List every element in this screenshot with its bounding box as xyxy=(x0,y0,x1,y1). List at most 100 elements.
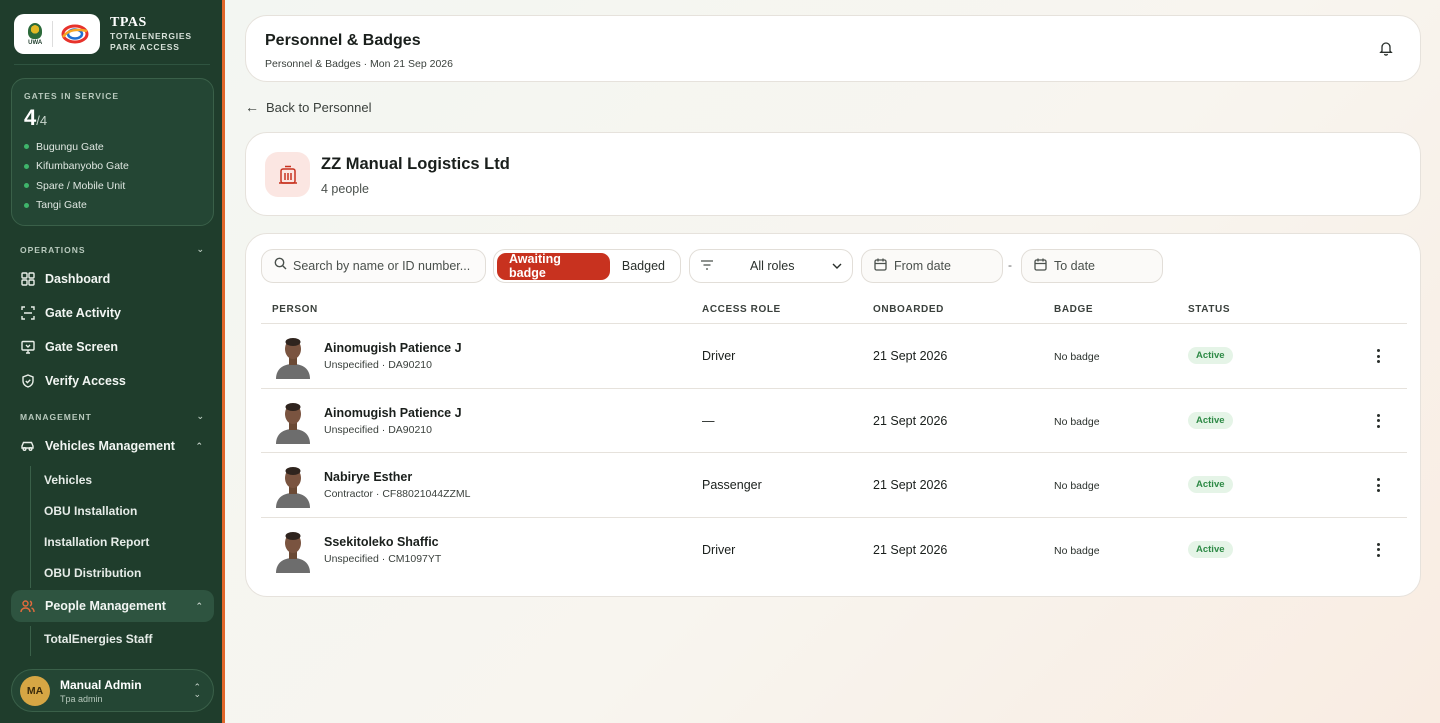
table-row[interactable]: Ssekitoleko Shaffic Unspecified · CM1097… xyxy=(261,516,1407,582)
column-header-status[interactable]: STATUS xyxy=(1188,304,1230,315)
user-role: Tpa admin xyxy=(60,693,103,704)
onboarded-date: 21 Sept 2026 xyxy=(873,542,948,557)
person-meta: Unspecified · CM1097YT xyxy=(324,552,442,565)
badged-tab[interactable]: Badged xyxy=(610,253,677,280)
section-operations[interactable]: OPERATIONS ⌄ xyxy=(20,244,205,255)
chevron-down-icon: ⌄ xyxy=(196,411,205,421)
sub-item-obu-distribution[interactable]: OBU Distribution xyxy=(44,566,141,580)
chevron-up-down-icon: ⌃ ⌄ xyxy=(193,681,201,699)
chevron-down-icon xyxy=(832,261,842,272)
brand-subtitle-1: TOTALENERGIES xyxy=(110,31,192,41)
status-badge: Active xyxy=(1188,347,1233,364)
avatar: MA xyxy=(20,675,50,706)
person-avatar xyxy=(273,527,313,573)
person-name: Nabirye Esther xyxy=(324,470,413,484)
nav-vehicles-management[interactable]: Vehicles Management ⌃ xyxy=(11,430,214,462)
company-card: ZZ Manual Logistics Ltd 4 people xyxy=(245,132,1421,216)
column-header-person[interactable]: PERSON xyxy=(272,304,318,315)
scan-icon xyxy=(20,306,35,321)
personnel-table-card: Awaiting badge Badged All roles From dat… xyxy=(245,233,1421,597)
person-meta: Unspecified · DA90210 xyxy=(324,359,432,371)
person-avatar xyxy=(273,398,313,444)
nav-verify-access[interactable]: Verify Access xyxy=(11,365,214,397)
sub-item-totalenergies-staff[interactable]: TotalEnergies Staff xyxy=(44,632,152,646)
sub-item-installation-report[interactable]: Installation Report xyxy=(44,535,149,549)
person-avatar xyxy=(273,333,313,379)
onboarded-date: 21 Sept 2026 xyxy=(873,478,948,492)
access-role: Driver xyxy=(702,349,736,363)
person-meta: Unspecified · DA90210 xyxy=(324,423,432,436)
onboarded-date: 21 Sept 2026 xyxy=(873,349,948,363)
status-badge: Active xyxy=(1188,411,1233,429)
gates-count: 4/4 xyxy=(24,105,48,130)
roles-select-value: All roles xyxy=(750,259,795,273)
status-badge: Active xyxy=(1188,476,1233,493)
status-badge: Active xyxy=(1188,540,1233,558)
from-date-field[interactable]: From date xyxy=(861,249,1003,283)
more-vertical-icon[interactable] xyxy=(1371,540,1385,560)
column-header-access-role[interactable]: ACCESS ROLE xyxy=(702,304,781,315)
chevron-up-icon: ⌃ xyxy=(195,440,203,451)
table-body: Ainomugish Patience J Unspecified · DA90… xyxy=(261,323,1407,581)
people-count: 4 people xyxy=(321,182,369,196)
access-role: Driver xyxy=(702,542,736,557)
status-dot-icon xyxy=(24,202,29,208)
back-to-personnel-link[interactable]: ← Back to Personnel xyxy=(245,99,372,115)
calendar-icon xyxy=(1034,258,1047,274)
building-icon xyxy=(265,152,310,197)
car-icon xyxy=(20,439,35,454)
date-range-separator: - xyxy=(1008,258,1012,272)
company-name: ZZ Manual Logistics Ltd xyxy=(321,155,510,173)
table-row[interactable]: Ainomugish Patience J Unspecified · DA90… xyxy=(261,323,1407,388)
totalenergies-logo xyxy=(58,23,92,45)
page-header: Personnel & Badges Personnel & Badges · … xyxy=(245,15,1421,82)
badge-value: No badge xyxy=(1054,415,1100,428)
more-vertical-icon[interactable] xyxy=(1371,411,1385,431)
gates-status-card: GATES IN SERVICE 4/4 Bugungu Gate Kifumb… xyxy=(11,78,214,226)
section-management[interactable]: MANAGEMENT ⌄ xyxy=(20,411,205,422)
gate-item: Bugungu Gate xyxy=(24,137,201,157)
roles-select[interactable]: All roles xyxy=(689,249,853,283)
gates-label: GATES IN SERVICE xyxy=(24,91,120,101)
user-name: Manual Admin xyxy=(60,677,142,692)
status-dot-icon xyxy=(24,163,29,169)
status-dot-icon xyxy=(24,183,29,189)
badge-value: No badge xyxy=(1054,351,1100,363)
arrow-left-icon: ← xyxy=(245,99,259,115)
brand-subtitle-2: PARK ACCESS xyxy=(110,42,180,52)
person-name: Ssekitoleko Shaffic xyxy=(324,534,439,549)
submenu-line xyxy=(30,626,31,656)
nav-people-management[interactable]: People Management ⌃ xyxy=(11,590,214,622)
calendar-icon xyxy=(874,258,887,274)
gate-item: Kifumbanyobo Gate xyxy=(24,157,201,177)
search-box[interactable] xyxy=(261,249,486,283)
more-vertical-icon[interactable] xyxy=(1371,475,1385,495)
nav-gate-screen[interactable]: Gate Screen xyxy=(11,331,214,363)
table-row[interactable]: Nabirye Esther Contractor · CF88021044ZZ… xyxy=(261,452,1407,517)
user-menu[interactable]: MA Manual Admin Tpa admin ⌃ ⌄ xyxy=(11,669,214,712)
page-title: Personnel & Badges xyxy=(265,32,421,49)
chevron-down-icon: ⌄ xyxy=(196,244,205,254)
sub-item-vehicles[interactable]: Vehicles xyxy=(44,473,92,487)
to-date-field[interactable]: To date xyxy=(1021,249,1163,283)
awaiting-badge-tab[interactable]: Awaiting badge xyxy=(497,252,610,280)
search-icon xyxy=(274,257,287,275)
bell-icon[interactable] xyxy=(1378,40,1394,56)
nav-dashboard[interactable]: Dashboard xyxy=(11,263,214,295)
column-header-onboarded[interactable]: ONBOARDED xyxy=(873,304,944,315)
users-icon xyxy=(20,599,35,614)
sub-item-obu-installation[interactable]: OBU Installation xyxy=(44,504,137,518)
gate-item: Spare / Mobile Unit xyxy=(24,176,201,196)
search-input[interactable] xyxy=(293,259,473,273)
table-row[interactable]: Ainomugish Patience J Unspecified · DA90… xyxy=(261,387,1407,453)
nav-gate-activity[interactable]: Gate Activity xyxy=(11,297,214,329)
shield-check-icon xyxy=(20,374,35,389)
badge-value: No badge xyxy=(1054,544,1100,557)
person-meta: Contractor · CF88021044ZZML xyxy=(324,488,471,500)
more-vertical-icon[interactable] xyxy=(1371,346,1385,366)
column-header-badge[interactable]: BADGE xyxy=(1054,304,1093,315)
person-name: Ainomugish Patience J xyxy=(324,405,462,420)
sidebar: UWA TPAS TOTALENERGIES PARK ACCESS GATES… xyxy=(0,0,225,723)
breadcrumb: Personnel & Badges · Mon 21 Sep 2026 xyxy=(265,58,453,70)
brand[interactable]: UWA TPAS TOTALENERGIES PARK ACCESS xyxy=(14,14,192,54)
